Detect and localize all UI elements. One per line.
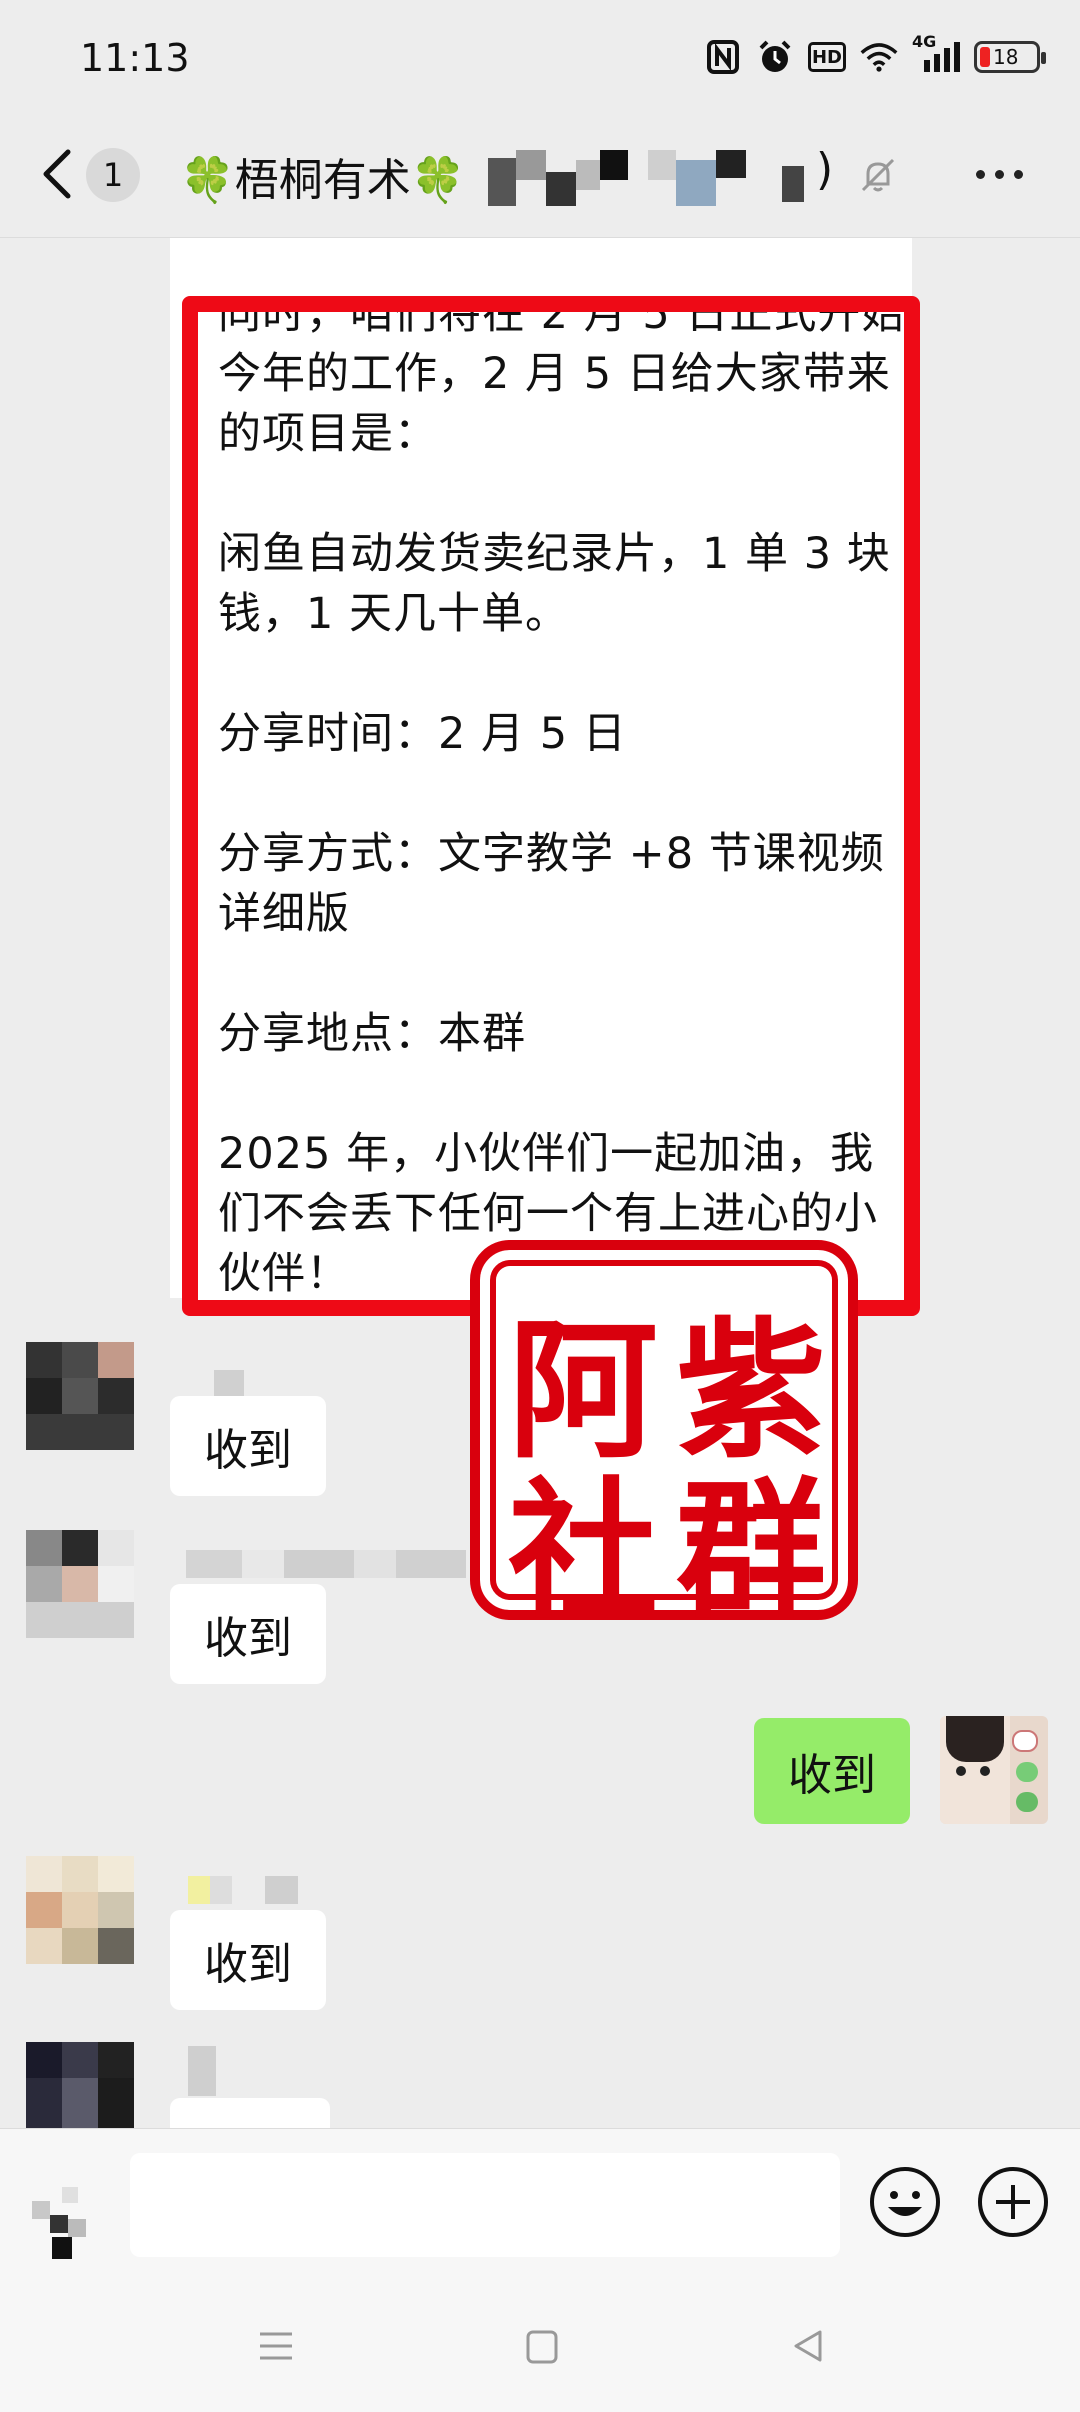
chat-bubble-partial (170, 2098, 330, 2128)
nav-menu-button[interactable] (254, 2324, 298, 2368)
voice-input-icon (32, 2187, 86, 2259)
system-nav-bar (0, 2268, 1080, 2412)
more-functions-button[interactable] (976, 2165, 1050, 2239)
avatar[interactable] (26, 2042, 134, 2128)
chat-bubble-mine[interactable]: 收到 (754, 1718, 910, 1824)
nav-back-button[interactable] (786, 2324, 830, 2368)
input-bar (0, 2128, 1080, 2268)
chat-bubble[interactable]: 收到 (170, 1396, 326, 1496)
battery-level: 18 (993, 45, 1019, 69)
more-options-button[interactable] (976, 170, 1023, 179)
censored-nickname (188, 2046, 216, 2096)
chat-bubble[interactable]: 收到 (170, 1910, 326, 2010)
censored-title-part-2 (648, 150, 758, 206)
announcement-text: 同时，咱们将在 2 月 5 日正式开始今年的工作，2 月 5 日给大家带来的项目… (218, 296, 906, 1299)
more-dots-icon (976, 170, 985, 179)
square-icon (526, 2330, 558, 2364)
back-button[interactable] (38, 146, 78, 202)
emoji-button[interactable] (868, 2165, 942, 2239)
triangle-back-icon (794, 2330, 822, 2362)
title-paren: ) (816, 144, 834, 195)
battery-icon: 18 (974, 41, 1046, 73)
avatar[interactable] (26, 1342, 134, 1450)
unread-badge[interactable]: 1 (86, 148, 140, 202)
signal-icon: 4G (912, 32, 960, 76)
nfc-icon (704, 38, 742, 76)
censored-nickname (188, 1876, 298, 1904)
watermark-seal: 阿 紫 社 群 (470, 1240, 858, 1639)
chat-bubble[interactable]: 收到 (170, 1584, 326, 1684)
chat-header: 1 🍀梧桐有术🍀 ) (0, 120, 1080, 238)
chevron-left-icon (43, 149, 71, 199)
censored-title-part (488, 150, 628, 206)
plus-circle-icon (978, 2167, 1048, 2237)
group-name[interactable]: 🍀梧桐有术🍀 (180, 144, 466, 208)
avatar[interactable] (26, 1530, 134, 1638)
wifi-icon (860, 38, 898, 76)
announcement-highlight: 同时，咱们将在 2 月 5 日正式开始今年的工作，2 月 5 日给大家带来的项目… (182, 296, 920, 1316)
alarm-icon (756, 38, 794, 76)
censored-nickname (214, 1370, 244, 1398)
censored-nickname (186, 1550, 466, 1578)
bell-slash-icon (858, 156, 898, 196)
censored-title-part-3 (782, 150, 812, 206)
nav-home-button[interactable] (520, 2324, 564, 2368)
hd-icon: HD (808, 42, 846, 72)
menu-icon (260, 2332, 292, 2360)
status-bar: 11:13 HD 4G 18 (0, 0, 1080, 120)
my-avatar[interactable] (940, 1716, 1048, 1824)
status-time: 11:13 (80, 36, 190, 80)
seal-char: 群 (676, 1463, 827, 1639)
status-icons: HD 4G 18 (704, 32, 1046, 76)
message-input[interactable] (130, 2153, 840, 2257)
voice-input-button[interactable] (22, 2181, 106, 2265)
network-type: 4G (912, 32, 937, 51)
seal-char: 社 (508, 1463, 659, 1639)
emoji-icon (870, 2167, 940, 2237)
avatar[interactable] (26, 1856, 134, 1964)
